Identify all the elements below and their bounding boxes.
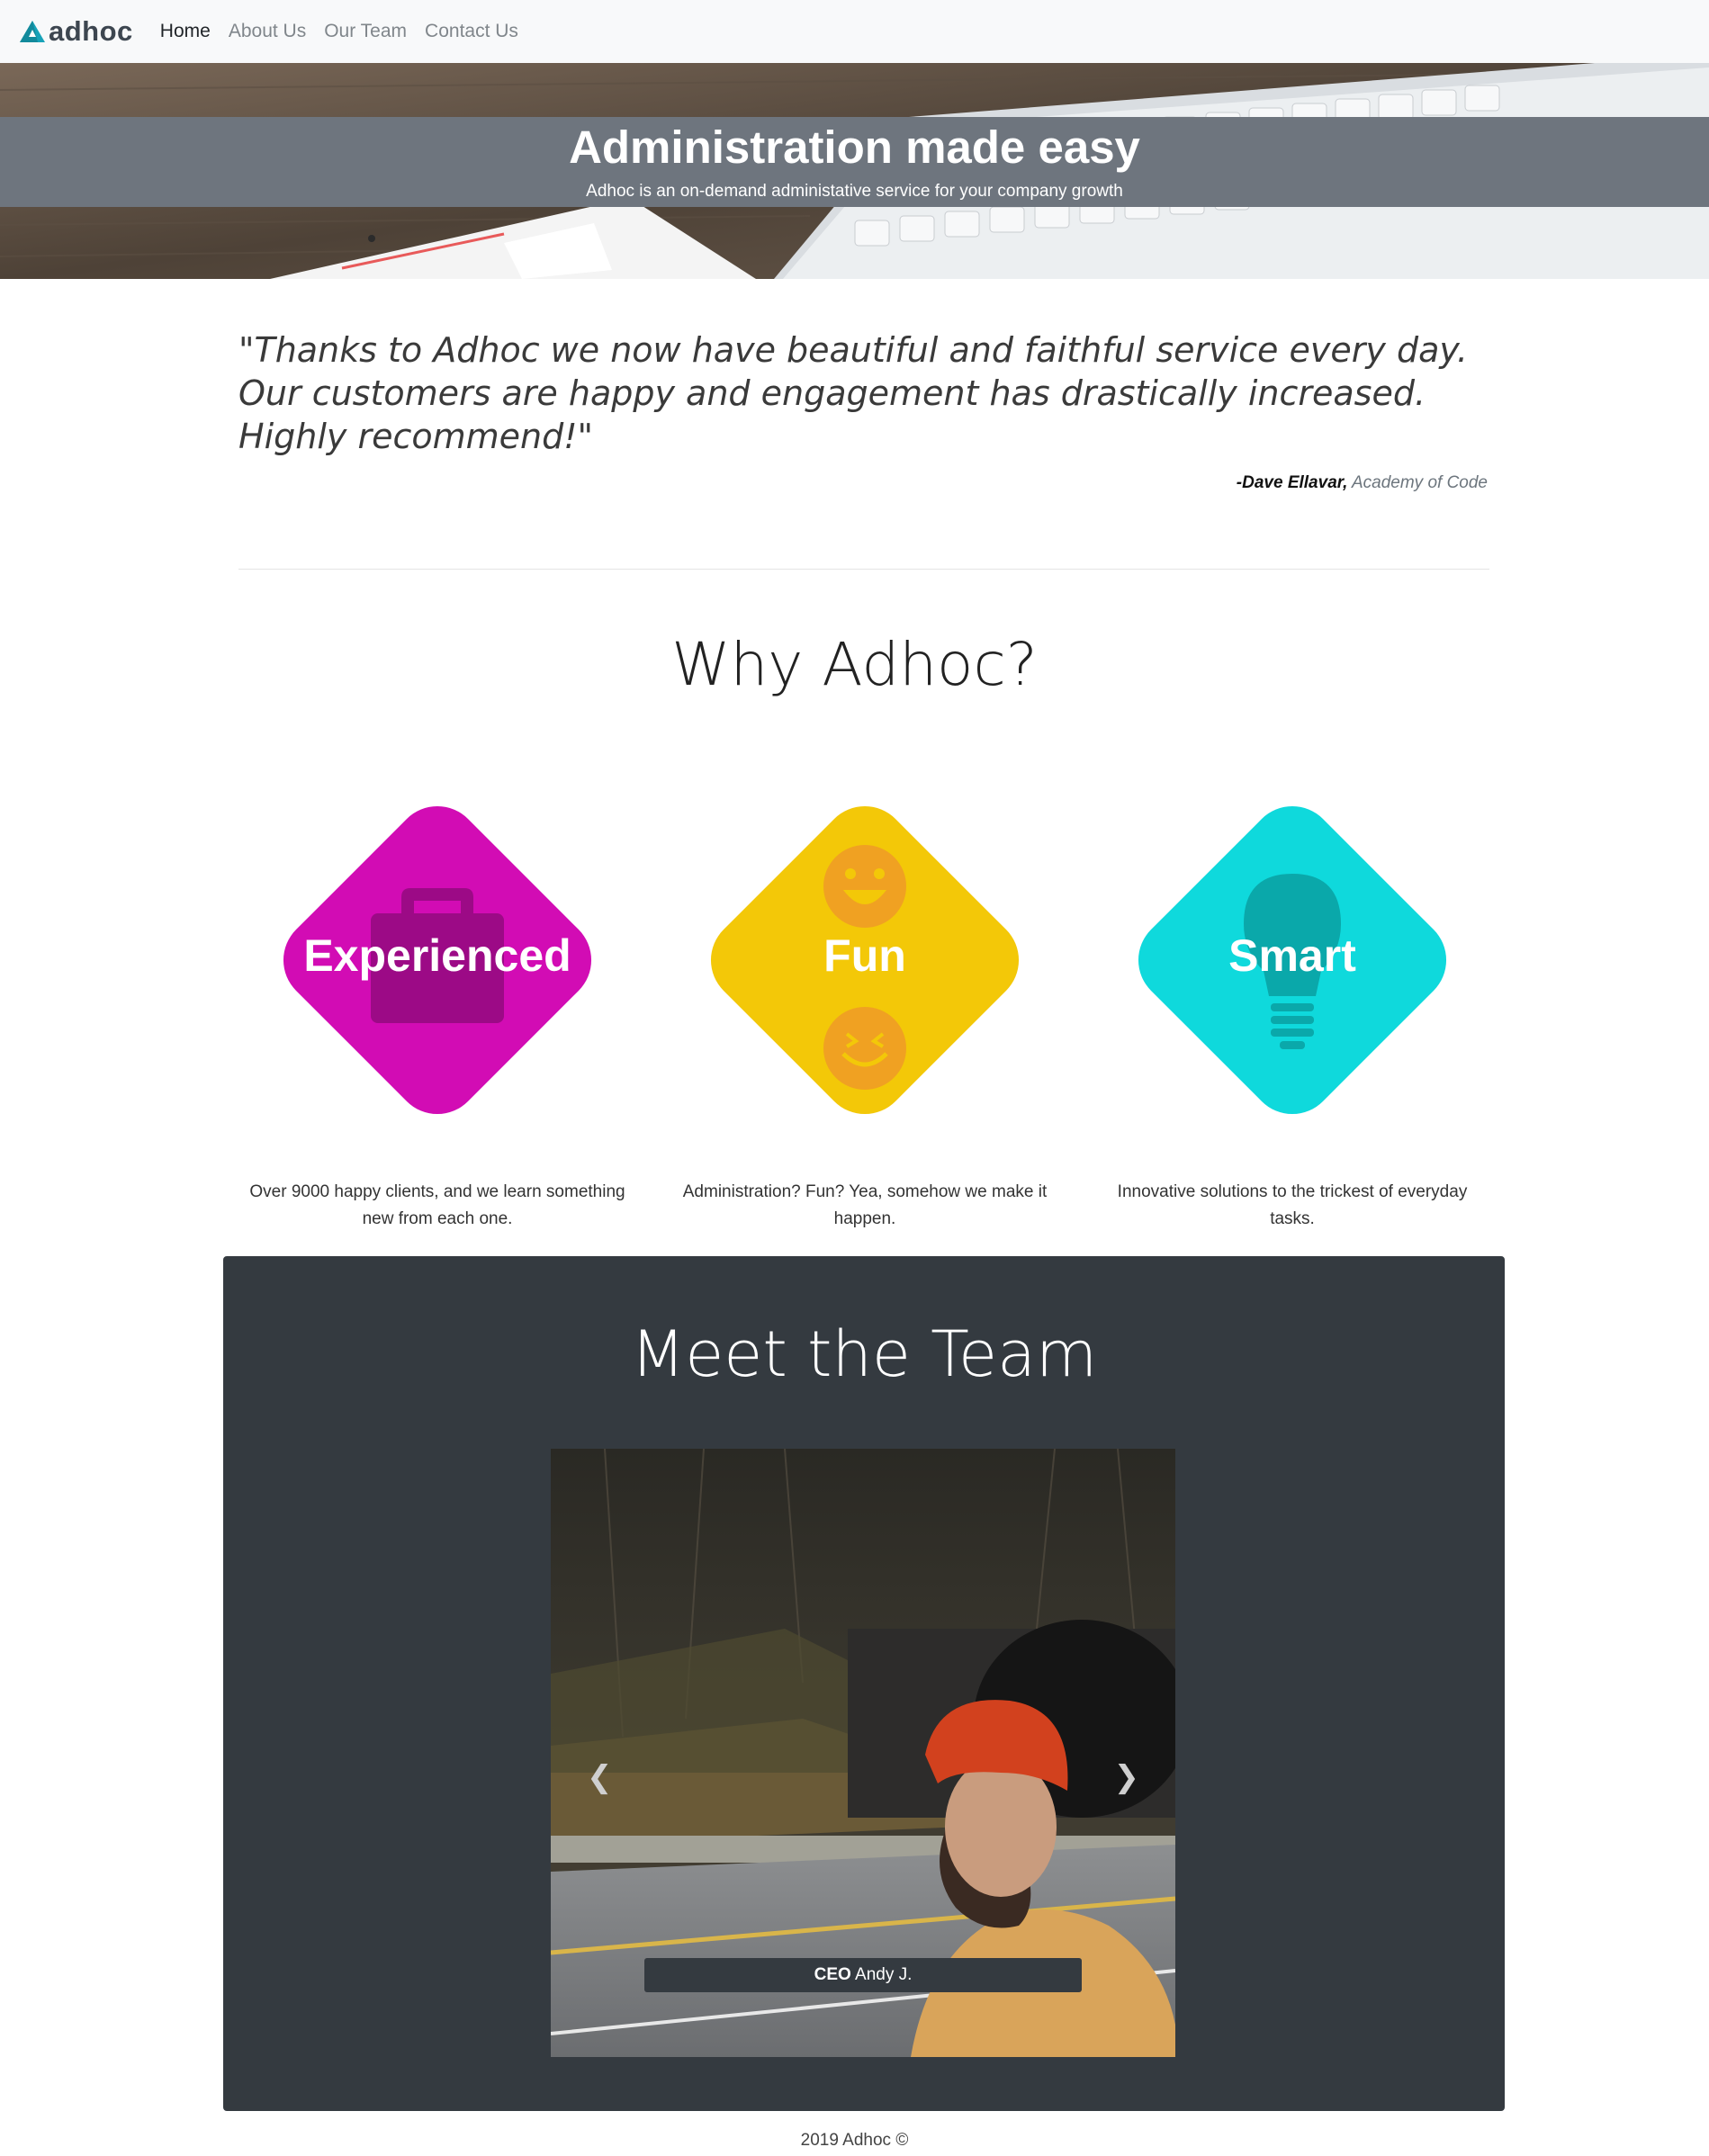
testimonial-attribution: -Dave Ellavar, Academy of Code [1237, 473, 1488, 493]
footer: 2019 Adhoc © [800, 2131, 909, 2150]
hero-overlay: Administration made easy Adhoc is an on-… [0, 117, 1709, 207]
team-carousel[interactable]: ❮ ❯ CEO Andy J. [551, 1449, 1175, 2057]
testimonial-quote: "Thanks to Adhoc we now have beautiful a… [238, 330, 1468, 456]
team-member-name: Andy J. [855, 1965, 913, 1984]
testimonial-author: -Dave Ellavar, [1236, 473, 1348, 492]
nav-our-team[interactable]: Our Team [324, 21, 407, 42]
section-divider [238, 569, 1489, 570]
navbar: adhoc Home About Us Our Team Contact Us [0, 0, 1709, 63]
feature-smart-description: Innovative solutions to the trickest of … [1117, 1182, 1468, 1228]
team-member-role: CEO [814, 1965, 851, 1984]
hero-subtitle: Adhoc is an on-demand administative serv… [586, 182, 1123, 202]
feature-smart: Smart [1094, 760, 1490, 1161]
hero-title: Administration made easy [569, 121, 1140, 173]
nav-home[interactable]: Home [160, 21, 211, 42]
team-title: Meet the Team [630, 1317, 1098, 1391]
hero-banner: Administration made easy Adhoc is an on-… [0, 63, 1709, 279]
nav-about-us[interactable]: About Us [229, 21, 306, 42]
feature-experienced: Experienced [239, 760, 635, 1161]
feature-smart-label: Smart [1228, 930, 1356, 981]
nav-contact-us[interactable]: Contact Us [425, 21, 518, 42]
brand-logo-icon [20, 21, 45, 42]
feature-fun: Fun [667, 760, 1063, 1161]
feature-fun-label: Fun [823, 930, 906, 981]
carousel-prev-icon[interactable]: ❮ [587, 1759, 613, 1795]
brand-name: adhoc [49, 15, 133, 47]
brand-link[interactable]: adhoc [18, 15, 133, 48]
feature-experienced-description: Over 9000 happy clients, and we learn so… [249, 1182, 625, 1228]
feature-fun-description: Administration? Fun? Yea, somehow we mak… [682, 1182, 1048, 1228]
team-section: Meet the Team ❮ ❯ CEO Andy J. [223, 1256, 1505, 2111]
feature-experienced-label: Experienced [303, 930, 571, 981]
testimonial-company: Academy of Code [1351, 473, 1488, 492]
why-title: Why Adhoc? [671, 630, 1038, 699]
carousel-next-icon[interactable]: ❯ [1114, 1759, 1140, 1795]
carousel-caption: CEO Andy J. [644, 1958, 1082, 1992]
